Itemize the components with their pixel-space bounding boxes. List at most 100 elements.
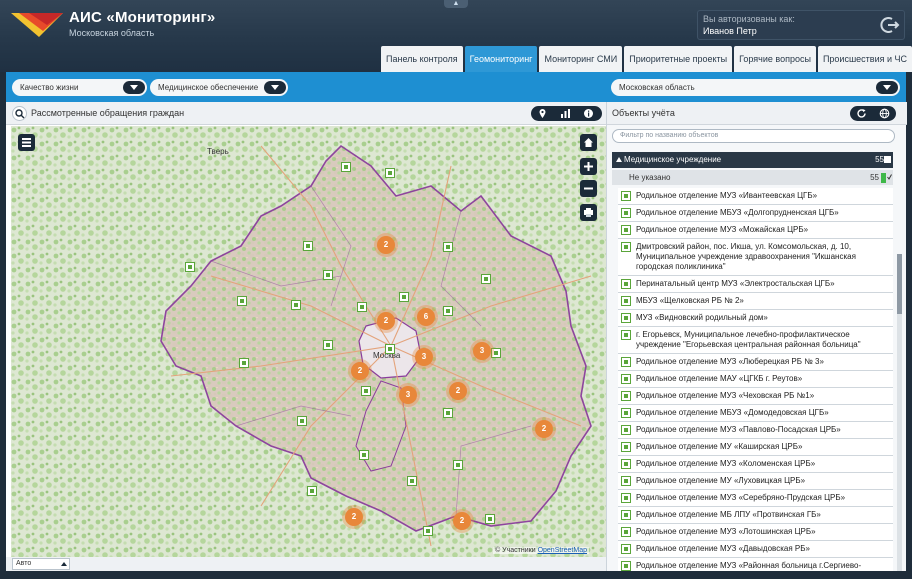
object-list-item[interactable]: Родильное отделение МУЗ «Лотошинская ЦРБ… (618, 524, 893, 541)
hospital-marker-icon (621, 191, 631, 201)
object-list-item[interactable]: Перинатальный центр МУЗ «Электростальска… (618, 276, 893, 293)
hospital-marker-icon (621, 208, 631, 218)
category-row[interactable]: Медицинское учреждение 55 (612, 152, 893, 168)
marker-cluster[interactable]: 2 (345, 508, 363, 526)
marker-cluster[interactable]: 2 (449, 382, 467, 400)
pin-icon[interactable] (531, 106, 554, 121)
map-marker[interactable] (443, 306, 453, 316)
tab-incidents[interactable]: Происшествия и ЧС (817, 46, 912, 72)
object-list-item[interactable]: Родильное отделение МУ «Луховицкая ЦРБ» (618, 473, 893, 490)
marker-cluster[interactable]: 6 (417, 308, 435, 326)
subcategory-row[interactable]: Не указано 55 (612, 170, 893, 185)
marker-cluster[interactable]: 3 (473, 342, 491, 360)
tab-hot-issues[interactable]: Горячие вопросы (734, 46, 816, 72)
map-marker[interactable] (341, 162, 351, 172)
globe-icon[interactable] (873, 106, 896, 121)
printer-icon[interactable] (580, 204, 597, 221)
map-view[interactable]: Тверь Москва 2 2 6 3 3 2 3 2 2 2 2 © Уча… (11, 126, 606, 557)
map-marker[interactable] (443, 408, 453, 418)
map-marker[interactable] (399, 292, 409, 302)
layers-icon[interactable] (18, 134, 35, 151)
info-icon[interactable] (577, 106, 600, 121)
tab-priority-projects[interactable]: Приоритетные проекты (624, 46, 733, 72)
map-marker[interactable] (323, 340, 333, 350)
object-list-item[interactable]: МУЗ «Видновский родильный дом» (618, 310, 893, 327)
object-list-item[interactable]: Родильное отделение МБУЗ «Долгопрудненск… (618, 205, 893, 222)
object-list-item[interactable]: Родильное отделение МУЗ «Люберецкая РБ №… (618, 354, 893, 371)
objects-scrollbar[interactable] (897, 254, 902, 571)
map-marker[interactable] (481, 274, 491, 284)
map-marker[interactable] (357, 302, 367, 312)
object-list-item[interactable]: Родильное отделение МУЗ «Серебряно-Прудс… (618, 490, 893, 507)
chevron-down-icon (876, 81, 898, 94)
object-list-item[interactable]: Родильное отделение МУЗ «Районная больни… (618, 558, 893, 571)
map-marker[interactable] (423, 526, 433, 536)
map-marker[interactable] (297, 416, 307, 426)
refresh-icon[interactable] (850, 106, 873, 121)
map-marker[interactable] (303, 241, 313, 251)
zoom-in-button[interactable] (580, 158, 597, 175)
object-list-item[interactable]: Родильное отделение МБ ЛПУ «Протвинская … (618, 507, 893, 524)
object-list-item[interactable]: Родильное отделение МУЗ «Павлово-Посадск… (618, 422, 893, 439)
map-marker[interactable] (443, 242, 453, 252)
hospital-marker-icon (621, 313, 631, 323)
map-marker[interactable] (385, 168, 395, 178)
tab-geomonitoring[interactable]: Геомониторинг (464, 46, 538, 72)
marker-cluster[interactable]: 3 (415, 348, 433, 366)
map-marker[interactable] (453, 460, 463, 470)
object-list-item[interactable]: Родильное отделение МУЗ «Давыдовская РБ» (618, 541, 893, 558)
home-icon[interactable] (580, 134, 597, 151)
marker-cluster[interactable]: 2 (351, 362, 369, 380)
search-icon[interactable] (12, 106, 27, 121)
object-list-item[interactable]: Родильное отделение МУЗ «Ивантеевская ЦГ… (618, 188, 893, 205)
map-marker[interactable] (385, 344, 395, 354)
object-list-item[interactable]: Родильное отделение МУЗ «Коломенская ЦРБ… (618, 456, 893, 473)
marker-cluster[interactable]: 2 (535, 420, 553, 438)
checkmark-icon[interactable] (887, 174, 892, 180)
map-marker[interactable] (307, 486, 317, 496)
map-marker[interactable] (359, 450, 369, 460)
object-list-item[interactable]: г. Егорьевск, Муниципальное лечебно-проф… (618, 327, 893, 354)
map-marker[interactable] (291, 300, 301, 310)
map-marker[interactable] (323, 270, 333, 280)
marker-cluster[interactable]: 2 (377, 236, 395, 254)
category-checkbox[interactable] (884, 156, 891, 163)
marker-cluster[interactable]: 3 (399, 386, 417, 404)
objects-filter-input[interactable]: Фильтр по названию объектов (612, 129, 895, 143)
medicine-select[interactable]: Медицинское обеспечение (150, 79, 288, 96)
object-list-item[interactable]: Родильное отделение МБУЗ «Домодедовская … (618, 405, 893, 422)
map-marker[interactable] (237, 296, 247, 306)
objects-scroll-thumb[interactable] (897, 254, 902, 314)
object-list-item[interactable]: Дмитровский район, пос. Икша, ул. Комсом… (618, 239, 893, 276)
object-list-item-label: МУЗ «Видновский родильный дом» (636, 313, 768, 322)
object-list-item[interactable]: МБУЗ «Щелковская РБ № 2» (618, 293, 893, 310)
hospital-marker-icon (621, 510, 631, 520)
object-list-item[interactable]: Родильное отделение МУЗ «Можайская ЦРБ» (618, 222, 893, 239)
map-marker[interactable] (491, 348, 501, 358)
logout-icon[interactable] (879, 14, 901, 36)
zoom-select[interactable]: Авто (12, 558, 70, 570)
map-marker[interactable] (185, 262, 195, 272)
marker-cluster[interactable]: 2 (453, 512, 471, 530)
object-list-item[interactable]: Родильное отделение МУ «Каширская ЦРБ» (618, 439, 893, 456)
map-marker[interactable] (407, 476, 417, 486)
attribution-link[interactable]: OpenStreetMap (538, 547, 587, 554)
filter-bar: Качество жизни Медицинское обеспечение М… (6, 72, 906, 102)
object-list-item-label: Родильное отделение МУЗ «Коломенская ЦРБ… (636, 459, 816, 468)
object-list-item-label: МБУЗ «Щелковская РБ № 2» (636, 296, 744, 305)
objects-switch (850, 106, 896, 121)
map-marker[interactable] (485, 514, 495, 524)
map-marker[interactable] (239, 358, 249, 368)
bar-chart-icon[interactable] (554, 106, 577, 121)
object-list-item-label: Родильное отделение МУ «Луховицкая ЦРБ» (636, 476, 806, 485)
tab-control-panel[interactable]: Панель контроля (381, 46, 463, 72)
region-select[interactable]: Московская область (611, 79, 900, 96)
marker-cluster[interactable]: 2 (377, 312, 395, 330)
collapse-handle-icon[interactable]: ▲ (444, 0, 468, 8)
zoom-out-button[interactable] (580, 180, 597, 197)
map-marker[interactable] (361, 386, 371, 396)
tab-media-monitoring[interactable]: Мониторинг СМИ (539, 46, 623, 72)
object-list-item[interactable]: Родильное отделение МАУ «ЦГКБ г. Реутов» (618, 371, 893, 388)
object-list-item[interactable]: Родильное отделение МУЗ «Чеховская РБ №1… (618, 388, 893, 405)
quality-select[interactable]: Качество жизни (12, 79, 147, 96)
